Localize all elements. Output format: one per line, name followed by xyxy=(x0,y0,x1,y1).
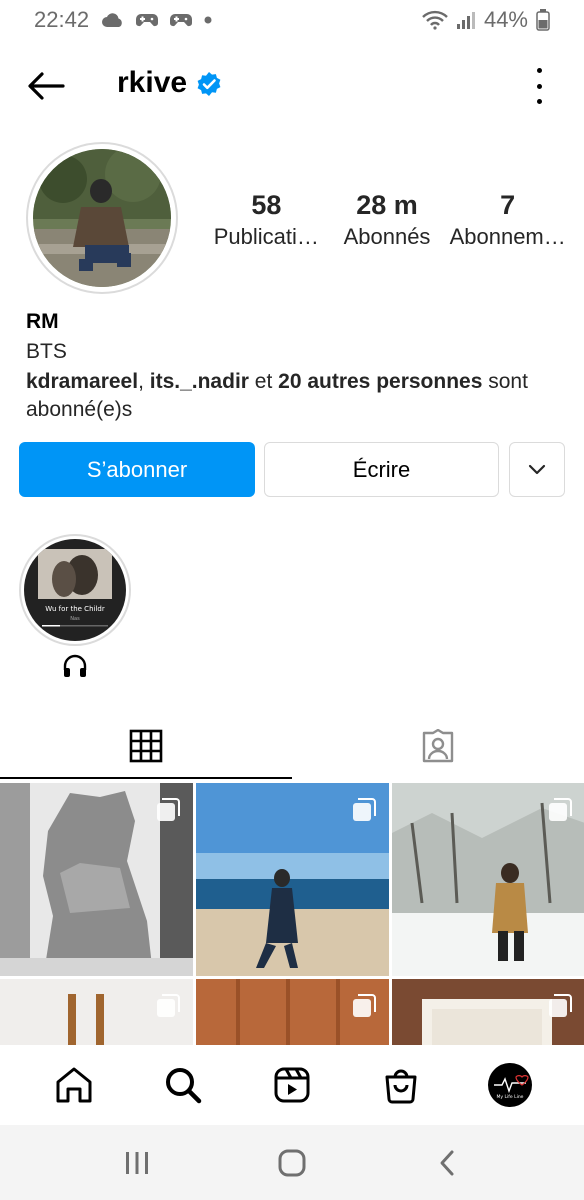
status-time: 22:42 xyxy=(34,7,90,32)
nav-home[interactable] xyxy=(45,1056,103,1114)
headphones-icon xyxy=(63,654,87,677)
stat-followers-count: 28 m xyxy=(356,190,418,220)
post-thumbnail[interactable] xyxy=(196,783,389,976)
profile-header: rkive xyxy=(0,58,584,114)
followed-by-user[interactable]: kdramareel xyxy=(26,370,138,393)
active-tab-indicator xyxy=(0,777,292,779)
signal-icon xyxy=(456,12,475,29)
multiple-photos-icon xyxy=(353,798,376,821)
post-thumbnail[interactable] xyxy=(196,979,389,1045)
dot-icon xyxy=(536,83,542,89)
followed-by-user[interactable]: its._.nadir xyxy=(150,370,249,393)
profile-stats: 58 Publicati… 28 m Abonnés 7 Abonnem… xyxy=(206,190,568,250)
follow-button[interactable]: S’abonner xyxy=(19,442,255,497)
more-options-button[interactable] xyxy=(532,68,546,104)
multiple-photos-icon xyxy=(157,798,180,821)
multiple-photos-icon xyxy=(157,994,180,1017)
reels-icon xyxy=(274,1067,310,1103)
stat-followers[interactable]: 28 m Abonnés xyxy=(327,190,448,250)
posts-grid xyxy=(0,783,584,1045)
profile-avatar xyxy=(33,149,171,287)
highlight-song-artist: Nas xyxy=(70,616,80,622)
arrow-left-icon xyxy=(28,72,65,100)
multiple-photos-icon xyxy=(549,798,572,821)
nav-profile[interactable]: My Life Line xyxy=(481,1056,539,1114)
game-controller-icon xyxy=(170,14,193,27)
stat-following[interactable]: 7 Abonnem… xyxy=(447,190,568,250)
game-controller-icon xyxy=(136,14,159,27)
my-profile-avatar: My Life Line xyxy=(487,1063,532,1107)
profile-category: BTS xyxy=(26,340,67,363)
post-thumbnail[interactable] xyxy=(392,783,584,976)
highlight-cover: Wu for the Childr Nas xyxy=(24,539,126,641)
recents-icon xyxy=(126,1151,149,1174)
back-button[interactable] xyxy=(24,66,68,106)
highlight-thumbnail: Wu for the Childr Nas xyxy=(24,539,126,641)
dot-icon xyxy=(536,99,542,104)
stat-posts[interactable]: 58 Publicati… xyxy=(206,190,327,250)
back-system-button[interactable] xyxy=(417,1138,477,1188)
profile-username: rkive xyxy=(117,66,188,99)
back-chevron-icon xyxy=(440,1150,454,1175)
profile-name: RM xyxy=(26,310,59,333)
chevron-down-icon xyxy=(528,464,546,474)
battery-percent: 44% xyxy=(483,7,528,32)
story-highlight[interactable]: Wu for the Childr Nas xyxy=(19,534,131,646)
followed-by-others[interactable]: 20 autres personnes xyxy=(278,370,482,393)
stat-posts-count: 58 xyxy=(251,190,282,220)
my-avatar-logo-text: My Life Line xyxy=(496,1094,523,1100)
cloud-icon xyxy=(102,13,122,27)
tagged-icon xyxy=(422,729,454,763)
battery-icon xyxy=(536,9,550,31)
post-thumbnail[interactable] xyxy=(392,979,584,1045)
multiple-photos-icon xyxy=(353,994,376,1017)
verified-badge-icon xyxy=(197,72,221,96)
message-button[interactable]: Écrire xyxy=(264,442,499,497)
nav-search[interactable] xyxy=(154,1056,212,1114)
home-icon xyxy=(56,1067,92,1103)
profile-avatar-ring[interactable] xyxy=(26,142,178,294)
search-icon xyxy=(166,1068,202,1104)
stat-followers-label: Abonnés xyxy=(343,224,431,249)
status-bar: 22:42 44% xyxy=(0,0,584,40)
stat-following-label: Abonnem… xyxy=(449,224,566,249)
wifi-icon xyxy=(422,10,448,30)
system-navigation xyxy=(0,1125,584,1200)
multiple-photos-icon xyxy=(549,994,572,1017)
dot-icon xyxy=(536,68,542,73)
home-system-button[interactable] xyxy=(262,1138,322,1188)
suggested-accounts-button[interactable] xyxy=(509,442,565,497)
tab-posts-grid[interactable] xyxy=(0,712,292,780)
profile-tabs xyxy=(0,712,584,780)
post-thumbnail[interactable] xyxy=(0,979,193,1045)
stat-following-count: 7 xyxy=(500,190,516,220)
shop-icon xyxy=(385,1069,417,1104)
nav-reels[interactable] xyxy=(263,1056,321,1114)
recents-button[interactable] xyxy=(107,1138,167,1188)
post-thumbnail[interactable] xyxy=(0,783,193,976)
nav-shop[interactable] xyxy=(372,1056,430,1114)
bottom-navigation: My Life Line xyxy=(0,1045,584,1125)
home-circle-icon xyxy=(278,1149,306,1176)
highlight-song-title: Wu for the Childr xyxy=(45,605,105,613)
stat-posts-label: Publicati… xyxy=(213,224,319,249)
grid-icon xyxy=(129,729,163,763)
tab-tagged[interactable] xyxy=(292,712,584,780)
profile-bio: RM BTS kdramareel, its._.nadir et 20 aut… xyxy=(26,308,566,424)
followed-by-text[interactable]: kdramareel, its._.nadir et 20 autres per… xyxy=(26,368,566,424)
avatar-photo xyxy=(33,149,171,287)
dot-icon xyxy=(204,16,212,24)
